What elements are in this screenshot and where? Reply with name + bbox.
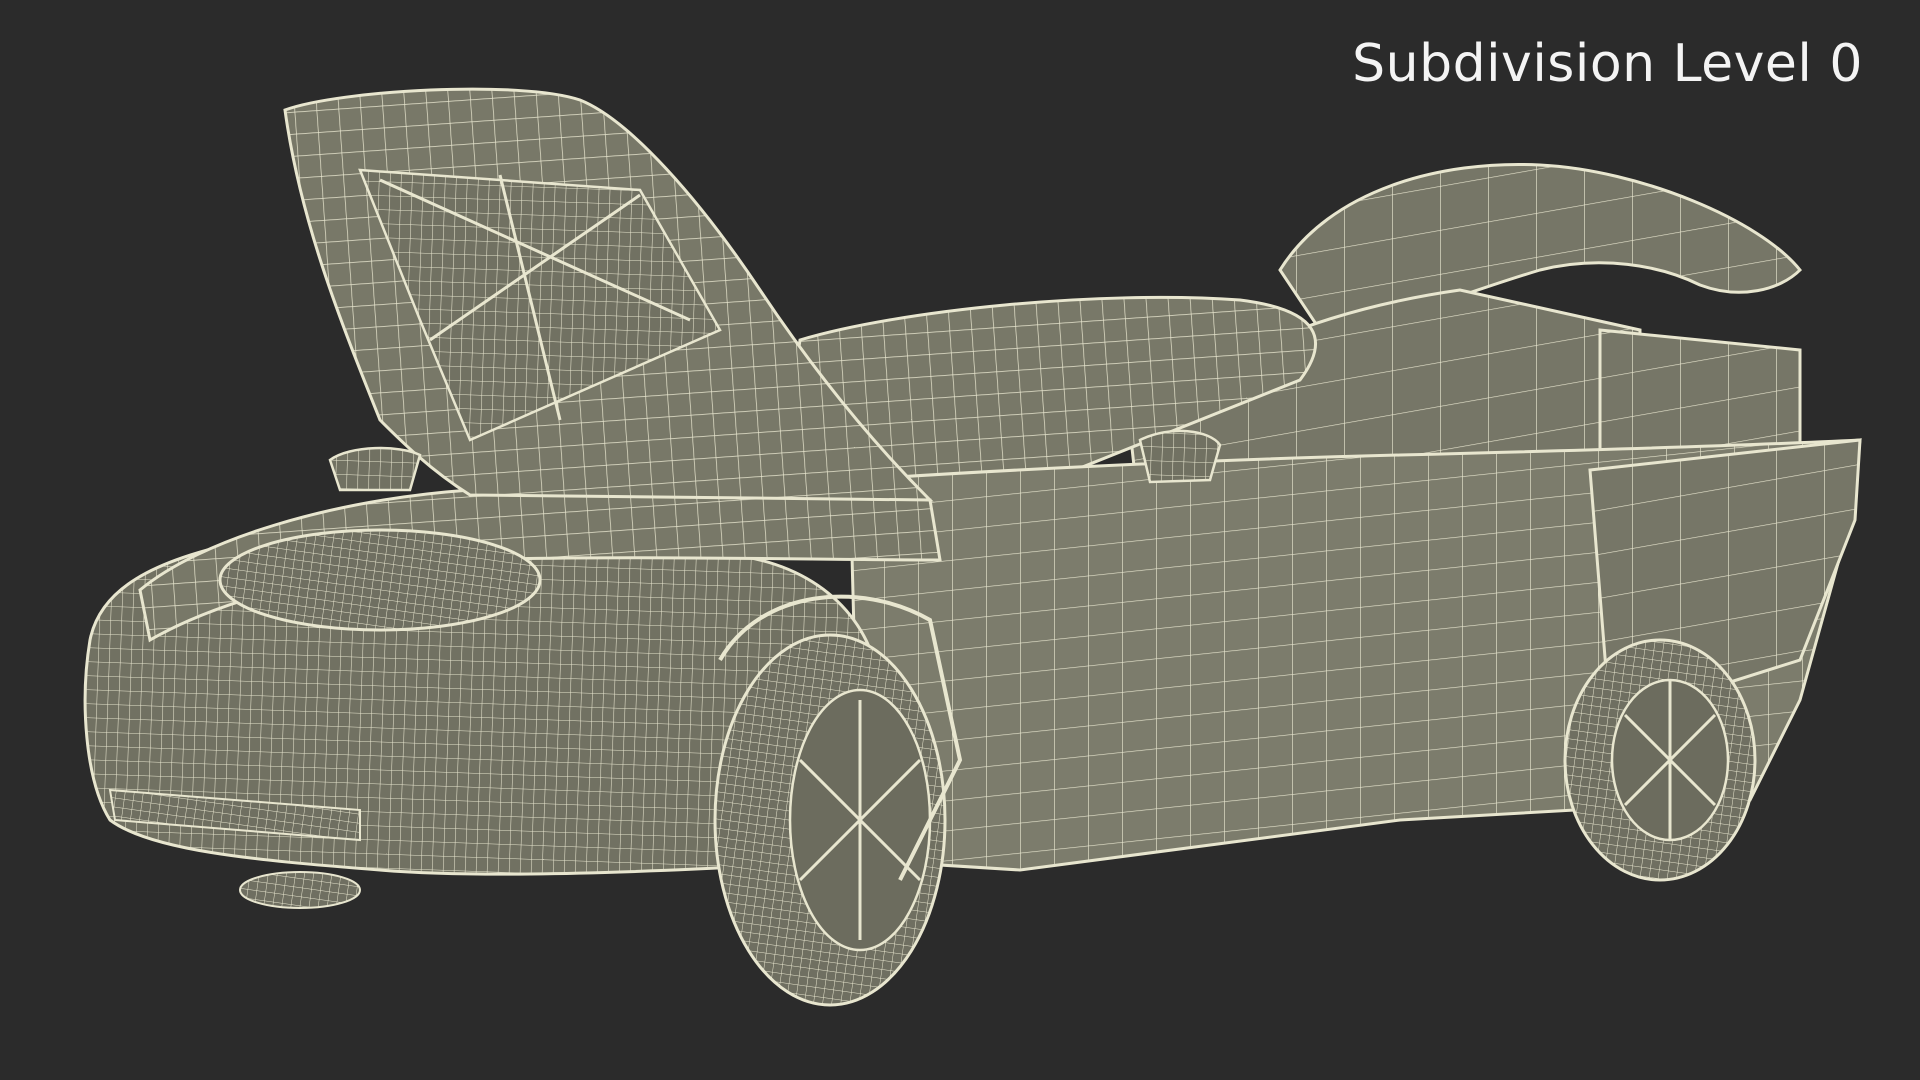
frunk-opening bbox=[218, 528, 542, 632]
subdivision-level-label: Subdivision Level 0 bbox=[1352, 34, 1863, 94]
right-mirror bbox=[1138, 429, 1222, 484]
car-wireframe-render bbox=[83, 87, 1862, 1007]
left-mirror bbox=[328, 446, 422, 492]
rear-door-upper bbox=[1278, 162, 1803, 332]
render-viewport: Subdivision Level 0 bbox=[0, 0, 1920, 1080]
